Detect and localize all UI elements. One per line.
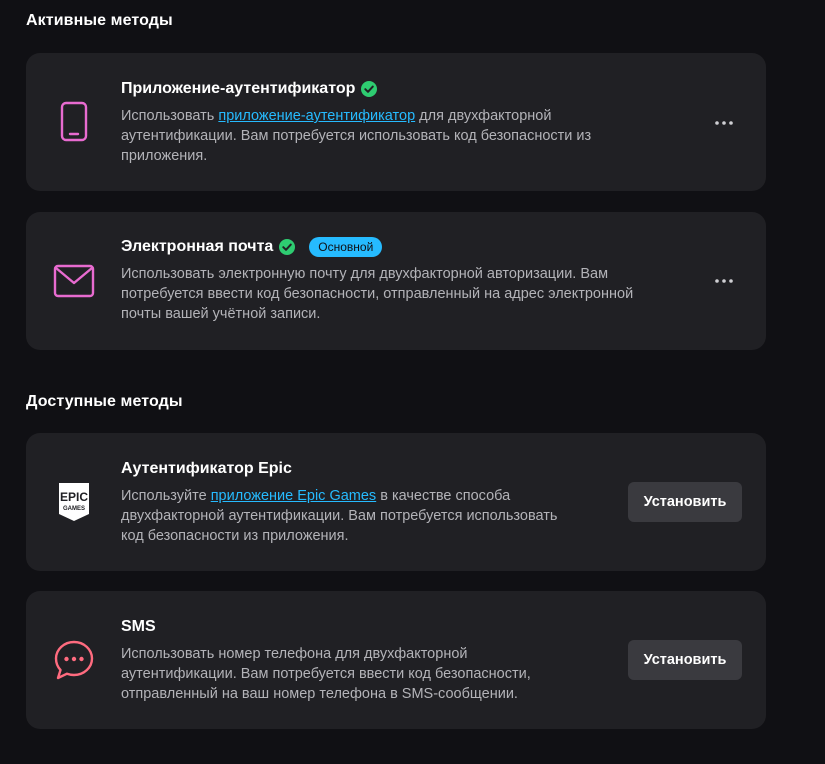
smartphone-icon: [53, 101, 95, 143]
active-methods-heading: Активные методы: [26, 12, 173, 29]
install-epic-authenticator-button[interactable]: Установить: [628, 482, 742, 522]
install-sms-button[interactable]: Установить: [628, 640, 742, 680]
svg-text:GAMES: GAMES: [63, 506, 85, 512]
primary-badge: Основной: [309, 237, 383, 257]
ellipsis-icon: [715, 121, 733, 125]
svg-text:EPIC: EPIC: [60, 490, 88, 504]
epic-games-logo: EPIC GAMES: [53, 481, 95, 523]
method-title: Приложение-аутентификатор: [121, 80, 356, 97]
available-methods-heading: Доступные методы: [26, 393, 183, 410]
authenticator-app-link[interactable]: приложение-аутентификатор: [218, 108, 415, 124]
envelope-icon: [53, 260, 95, 302]
method-title: SMS: [121, 618, 156, 635]
method-description: Используйте приложение Epic Games в каче…: [121, 488, 558, 544]
verified-check-icon: [361, 81, 378, 97]
more-options-button[interactable]: [712, 113, 736, 133]
more-options-button[interactable]: [712, 271, 736, 291]
method-description: Использовать приложение-аутентификатор д…: [121, 108, 592, 164]
method-card-epic-authenticator: EPIC GAMES Аутентификатор Epic Используй…: [26, 433, 766, 571]
epic-games-app-link[interactable]: приложение Epic Games: [211, 488, 376, 504]
ellipsis-icon: [715, 279, 733, 283]
method-description: Использовать электронную почту для двухф…: [121, 266, 634, 322]
method-title: Электронная почта: [121, 238, 274, 255]
method-description: Использовать номер телефона для двухфакт…: [121, 646, 531, 702]
chat-bubble-icon: [53, 639, 95, 681]
method-title: Аутентификатор Epic: [121, 460, 292, 477]
method-card-authenticator-app: Приложение-аутентификатор Использовать п…: [26, 53, 766, 191]
verified-check-icon: [279, 239, 296, 255]
method-card-email: Электронная почта Основной Использовать …: [26, 212, 766, 350]
method-card-sms: SMS Использовать номер телефона для двух…: [26, 591, 766, 729]
